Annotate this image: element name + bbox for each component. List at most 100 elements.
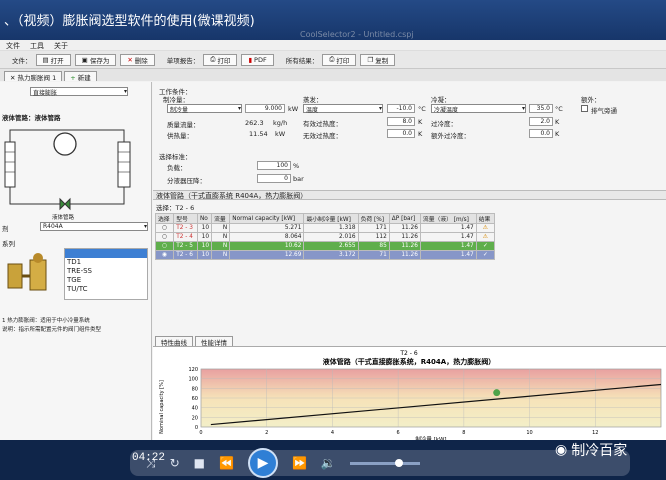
play-button[interactable]: ▶ [247,448,278,478]
delete-button[interactable]: ✕ 删除 [120,53,155,66]
print-button[interactable]: ⎙ 打印 [203,53,238,66]
table-row[interactable]: ○ T2 - 4 10 N 8.064 2.016 112 11.26 1.47… [154,232,496,242]
table-row[interactable]: ○ T2 - 5 10 N 10.62 2.655 85 11.26 1.47 … [154,241,496,251]
valve-icon [59,197,71,211]
cell-flow: N [211,250,231,260]
radio-button[interactable]: ○ [154,241,175,251]
menu-file[interactable]: 文件 [6,41,20,50]
column-header[interactable]: 选择 [154,213,175,224]
repeat-icon[interactable]: ↻ [170,456,180,470]
cond-input[interactable]: 35.0 [529,104,553,113]
mass-flow-unit: kg/h [273,119,288,127]
superheat-unit: K [418,118,423,126]
tab-characteristic-curve[interactable]: 特性曲线 [155,336,193,347]
pdf-button[interactable]: ▮ PDF [241,53,274,66]
radio-button[interactable]: ○ [154,232,175,242]
left-panel: 直接膨胀 ▾ 液体管路：液体管路 液体管路 剂 R404A ▾ 系列 TD1 TRE… [0,82,152,440]
copy-icon: ❐ [367,55,374,64]
stop-icon[interactable]: ■ [194,456,205,470]
capacity-unit: kW [288,105,299,113]
capacity-select[interactable]: 制冷量 ▾ [167,104,242,114]
save-as-button[interactable]: ▣ 保存为 [74,53,117,66]
tab-txv-1[interactable]: ✕ 热力膨胀阀 1 [4,71,63,82]
mass-flow-label: 质量流量： [167,121,200,129]
tab-performance-details[interactable]: 性能详情 [195,336,233,347]
radio-button[interactable]: ○ [154,223,175,233]
cell-velocity: 1.47 [419,223,477,233]
column-header[interactable]: Normal capacity [kW] [229,213,305,224]
series-selected[interactable] [65,249,147,258]
cell-dp: 11.26 [388,250,421,260]
column-header[interactable]: No [196,213,213,224]
y-tick-label: 80 [192,386,198,392]
cell-model: T2 - 4 [173,232,198,242]
delete-icon: ✕ [127,55,133,64]
y-axis-label: Nominal capacity [%] [159,380,165,434]
warning-icon: ⚠ [475,232,496,242]
printer-icon: ⎙ [210,55,216,63]
copy-button[interactable]: ❐ 复制 [360,53,396,66]
close-icon[interactable]: ✕ [10,74,18,82]
refrigerant-select[interactable]: R404A ▾ [40,222,148,231]
menu-about[interactable]: 关于 [54,41,68,50]
volume-handle[interactable] [394,458,403,467]
heat-label: 供热量： [167,132,193,140]
column-header[interactable]: 流量 [211,213,231,224]
capacity-input[interactable]: 9.000 [245,104,285,113]
cell-dp: 11.26 [388,241,421,251]
cell-model: T2 - 6 [173,250,198,260]
circuit-title: 液体管路：液体管路 [2,114,61,122]
column-header[interactable]: 最小制冷量 [kW] [303,213,359,224]
document-tabs: ✕ 热力膨胀阀 1 + 新建 [0,69,666,82]
tab-new[interactable]: + 新建 [64,71,97,82]
column-header[interactable]: 流量（液） [m/s] [419,213,477,224]
cell-flow: N [211,241,231,251]
evap-input[interactable]: -10.0 [387,104,415,113]
column-header[interactable]: 型号 [173,213,198,224]
bypass-checkbox[interactable] [581,105,588,112]
column-header[interactable]: ΔP [bar] [388,213,421,224]
volume-slider[interactable] [349,458,420,467]
menu-tools[interactable]: 工具 [30,41,44,50]
right-panel: 工作条件： 制冷量： 制冷量 ▾ 9.000 kW 质量流量： 262.3 kg/… [153,82,666,443]
results-header-row: 选择 型号 No 流量 Normal capacity [kW] 最小制冷量 [… [154,213,496,224]
y-tick-label: 120 [188,367,198,373]
column-header[interactable]: 负荷 [%] [357,213,390,224]
load-label: 负载： [167,164,187,172]
cond-title: 冷凝： [431,96,451,104]
subcool-input[interactable]: 2.0 [529,117,553,126]
open-button[interactable]: ▤ 打开 [35,53,71,66]
rewind-icon[interactable]: ⏪ [219,456,234,470]
application-select[interactable]: 直接膨胀 ▾ [30,87,128,97]
pressure-drop-input[interactable]: 0 [257,174,291,183]
cond-select[interactable]: 冷凝温度 ▾ [431,104,526,114]
table-row[interactable]: ○ T2 - 3 10 N 5.271 1.318 171 11.26 1.47… [154,223,496,233]
app-window: CoolSelector2 - Untitled.cspj 文件 工具 关于 文… [0,30,666,443]
evap-select[interactable]: 温度 ▾ [303,104,383,114]
series-item[interactable]: TRE-SS [65,267,147,276]
extra-subcool-label: 额外过冷度： [431,132,470,140]
extra-subcool-input[interactable]: 0.0 [529,129,553,138]
volume-icon[interactable]: 🔉 [321,456,336,470]
column-header[interactable]: 结果 [475,213,496,224]
y-tick-label: 0 [195,425,198,431]
forward-icon[interactable]: ⏩ [292,456,307,470]
superheat-input[interactable]: 8.0 [387,117,415,126]
load-input[interactable]: 100 [257,161,291,170]
series-item[interactable]: TGE [65,276,147,285]
series-item[interactable]: TD1 [65,258,147,267]
extra-superheat-input[interactable]: 0.0 [387,129,415,138]
cell-no: 10 [196,241,213,251]
cell-velocity: 1.47 [419,250,477,260]
note-1: 1 热力膨胀阀：适用于中小冷量系统 [2,318,90,324]
print-all-button[interactable]: ⎙ 打印 [322,53,357,66]
series-item[interactable]: TU/TC [65,285,147,294]
radio-button[interactable]: ◉ [154,250,175,260]
mass-flow-value: 262.3 [245,119,264,127]
refrigerant-value: R404A [43,223,63,230]
chart-area: T2 - 6 液体管路（干式直接膨胀系统，R404A，热力膨胀阀） 0 20 40 6… [153,346,666,443]
y-tick-label: 20 [192,415,198,421]
valve-label: 液体管路 [52,215,75,221]
x-tick-label: 0 [199,430,202,436]
table-row-selected[interactable]: ◉ T2 - 6 10 N 12.69 3.172 71 11.26 1.47 … [154,250,496,260]
